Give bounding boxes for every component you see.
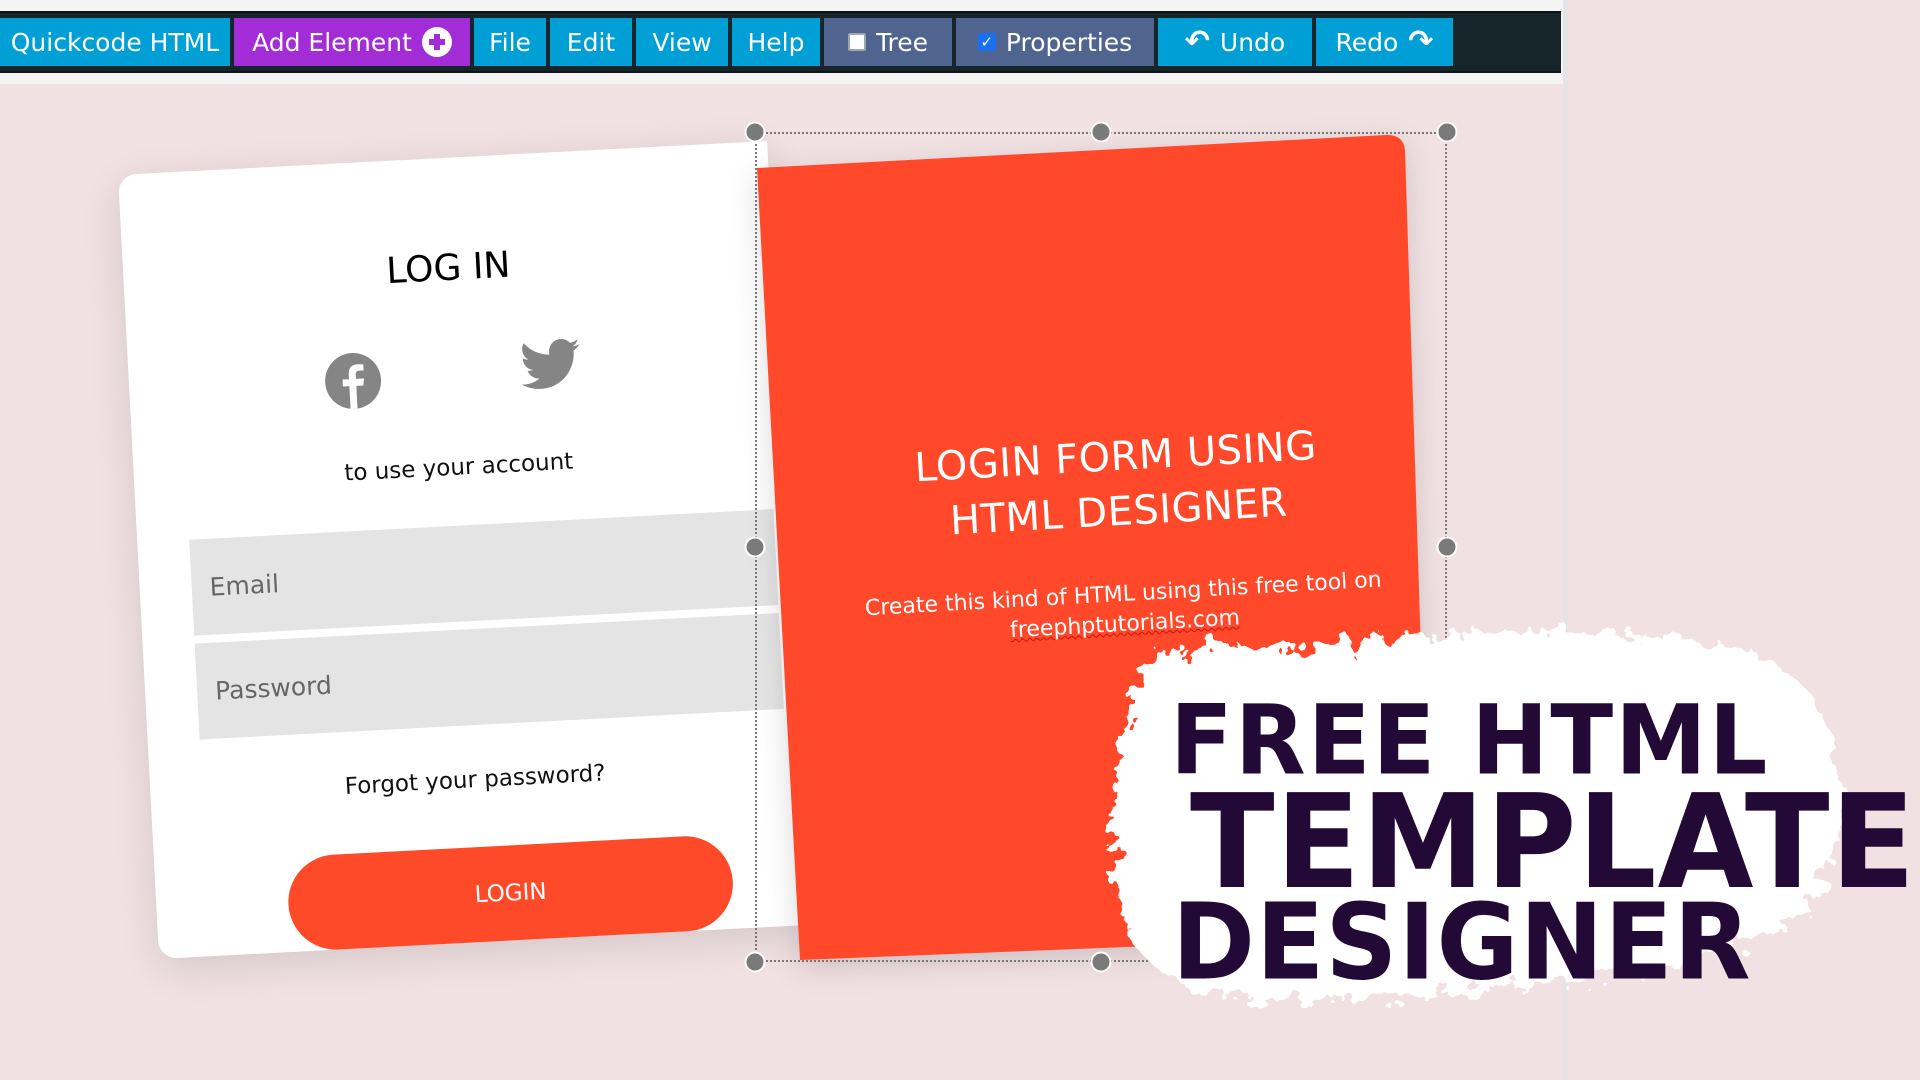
properties-label: Properties xyxy=(1005,27,1133,57)
add-element-button[interactable]: Add Element xyxy=(234,18,470,66)
undo-label: Undo xyxy=(1219,27,1286,57)
file-label: File xyxy=(489,27,531,57)
resize-handle-left[interactable] xyxy=(744,536,766,558)
resize-handle-right[interactable] xyxy=(1436,536,1458,558)
view-label: View xyxy=(652,27,712,57)
login-subtitle: to use your account xyxy=(343,448,574,487)
resize-handle-bottom[interactable] xyxy=(1090,951,1112,973)
promo-headline: FREE HTML TEMPLATE DESIGNER xyxy=(1170,692,1916,995)
forgot-password-link[interactable]: Forgot your password? xyxy=(150,750,800,810)
file-menu[interactable]: File xyxy=(474,18,546,66)
redo-button[interactable]: Redo ↷ xyxy=(1316,18,1453,66)
resize-handle-top[interactable] xyxy=(1090,121,1112,143)
resize-handle-bottom-left[interactable] xyxy=(744,951,766,973)
properties-checkbox[interactable]: ✓ xyxy=(977,33,996,51)
properties-toggle[interactable]: ✓ Properties xyxy=(956,18,1154,66)
edit-label: Edit xyxy=(566,27,616,57)
help-menu[interactable]: Help xyxy=(732,18,820,66)
toolbar: Quickcode HTML Add Element File Edit Vie… xyxy=(0,11,1561,73)
overlay-panel-content: LOGIN FORM USING HTML DESIGNER Create th… xyxy=(795,412,1446,657)
resize-handle-top-left[interactable] xyxy=(744,121,766,143)
redo-icon: ↷ xyxy=(1408,24,1434,59)
overlay-description: Create this kind of HTML using this free… xyxy=(803,562,1445,658)
help-label: Help xyxy=(747,27,805,57)
overlay-title: LOGIN FORM USING HTML DESIGNER xyxy=(795,412,1440,558)
twitter-icon[interactable] xyxy=(519,337,582,392)
edit-menu[interactable]: Edit xyxy=(550,18,632,66)
view-menu[interactable]: View xyxy=(636,18,728,66)
password-input[interactable] xyxy=(194,613,784,740)
undo-icon: ↶ xyxy=(1184,24,1210,59)
resize-handle-top-right[interactable] xyxy=(1436,121,1458,143)
tree-toggle[interactable]: Tree xyxy=(824,18,952,66)
redo-label: Redo xyxy=(1335,27,1399,57)
tree-label: Tree xyxy=(875,27,929,57)
plus-circle-icon xyxy=(421,27,452,57)
login-button[interactable]: LOGIN xyxy=(285,833,736,953)
tree-checkbox[interactable] xyxy=(847,33,866,51)
brand-label: Quickcode HTML xyxy=(10,27,220,57)
login-card: LOG IN to use your account Forgot your p… xyxy=(118,140,809,959)
login-title: LOG IN xyxy=(385,244,512,293)
facebook-icon[interactable] xyxy=(324,352,383,411)
brand-button[interactable]: Quickcode HTML xyxy=(0,18,230,66)
add-element-label: Add Element xyxy=(252,27,412,57)
undo-button[interactable]: ↶ Undo xyxy=(1158,18,1312,66)
